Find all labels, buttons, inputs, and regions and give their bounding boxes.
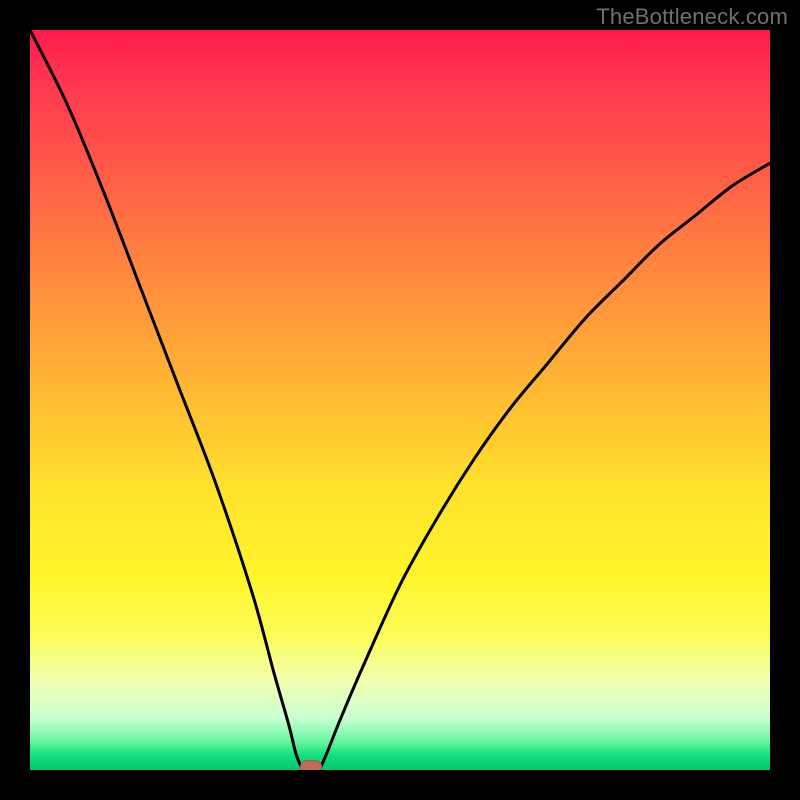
bottleneck-curve	[30, 30, 770, 770]
optimal-marker	[300, 760, 322, 770]
watermark-text: TheBottleneck.com	[596, 4, 788, 30]
plot-area	[30, 30, 770, 770]
chart-frame: TheBottleneck.com	[0, 0, 800, 800]
